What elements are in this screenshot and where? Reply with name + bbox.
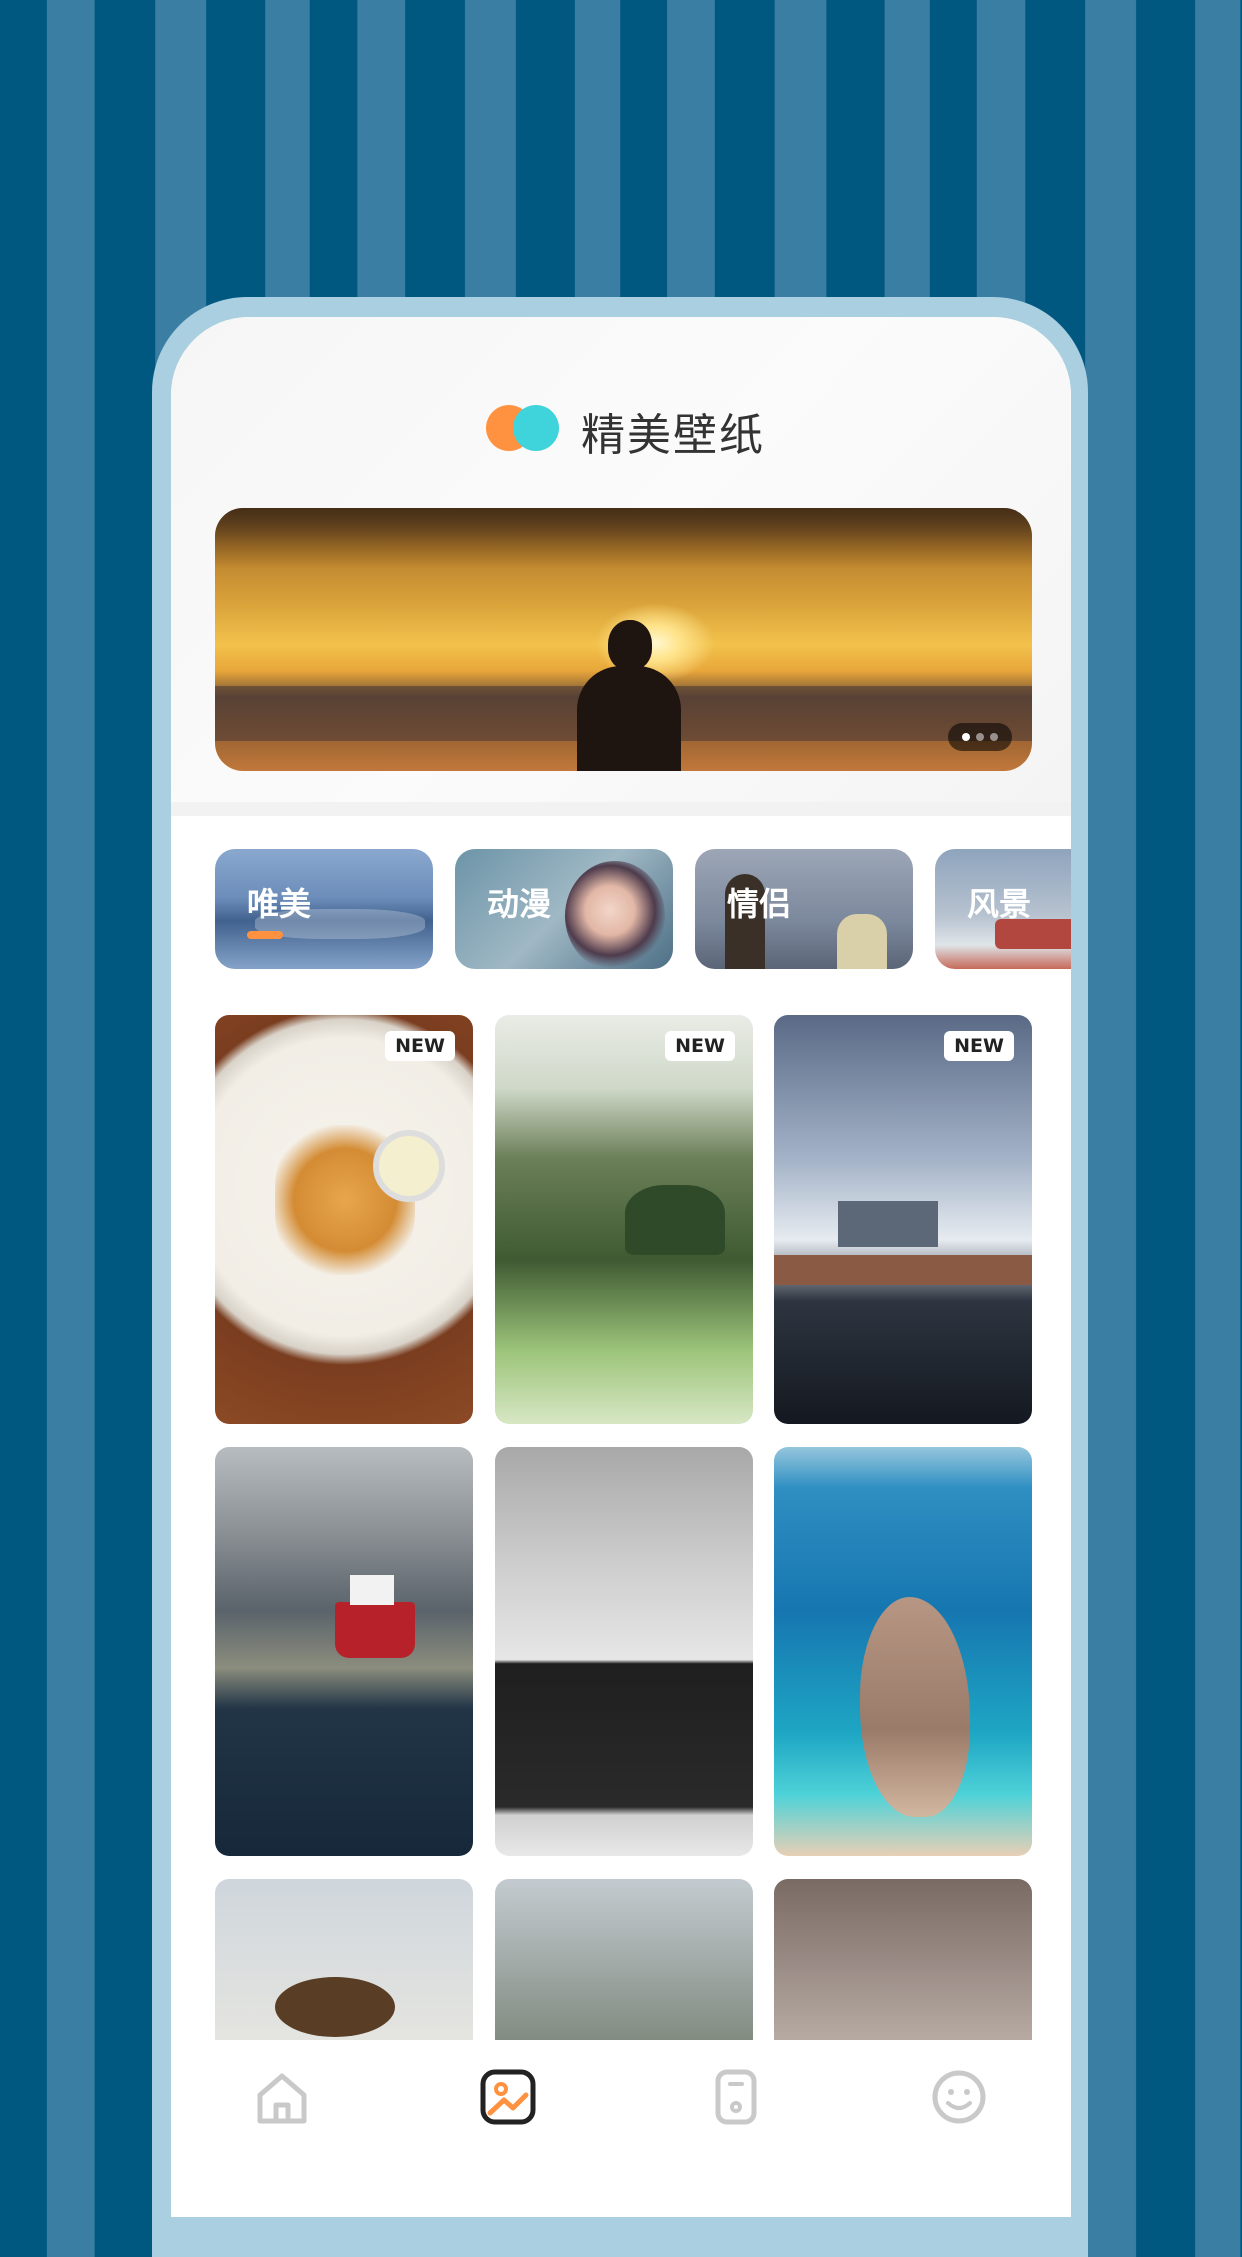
wallpaper-icon: [480, 2069, 536, 2125]
phone-icon: [715, 2069, 757, 2125]
home-icon: [257, 2073, 307, 2124]
category-chip-1[interactable]: 动漫: [455, 849, 673, 969]
wallpaper-tile[interactable]: NEW: [774, 1015, 1032, 1424]
category-scroller[interactable]: 唯美 动漫 情侣 风景: [215, 849, 1071, 969]
wallpaper-tile[interactable]: [215, 1447, 473, 1856]
section-divider: [171, 802, 1071, 816]
wallpaper-tile[interactable]: [215, 1879, 473, 2055]
wallpaper-tile[interactable]: NEW: [495, 1015, 753, 1424]
category-label: 风景: [967, 885, 1032, 923]
banner-dot-2[interactable]: [976, 733, 984, 741]
banner-dot-3[interactable]: [990, 733, 998, 741]
tab-wallpaper[interactable]: [473, 2062, 543, 2132]
app-title: 精美壁纸: [581, 410, 765, 461]
app-logo: [486, 405, 566, 451]
banner-pagination[interactable]: [948, 723, 1012, 751]
tile-image-deco: [860, 1597, 970, 1817]
category-label: 动漫: [487, 885, 552, 923]
category-chip-3[interactable]: 风景: [935, 849, 1071, 969]
banner-person-head: [608, 620, 652, 670]
new-badge: NEW: [944, 1031, 1014, 1061]
smiley-icon: [932, 2070, 986, 2124]
tile-image-deco: [350, 1575, 394, 1605]
tile-image-deco: [335, 1602, 415, 1658]
banner-person-body: [577, 666, 681, 771]
bottom-tab-bar: [171, 2040, 1071, 2217]
category-label: 唯美: [247, 885, 312, 923]
tab-phone[interactable]: [701, 2062, 771, 2132]
tab-home[interactable]: [247, 2062, 317, 2132]
banner-cloud-top: [215, 508, 1032, 568]
tile-image-deco: [373, 1130, 445, 1202]
logo-cyan-circle: [513, 405, 559, 451]
category-chip-2[interactable]: 情侣: [695, 849, 913, 969]
category-selected-indicator: [247, 931, 283, 939]
category-chip-0[interactable]: 唯美: [215, 849, 433, 969]
tile-image-deco: [625, 1185, 725, 1255]
header-area: 精美壁纸: [171, 317, 1071, 802]
category-image-deco: [837, 914, 887, 969]
wallpaper-tile[interactable]: [774, 1879, 1032, 2055]
tile-image-deco: [838, 1201, 938, 1247]
new-badge: NEW: [665, 1031, 735, 1061]
banner-dot-1[interactable]: [962, 733, 970, 741]
wallpaper-tile[interactable]: [495, 1879, 753, 2055]
tile-image-deco: [774, 1255, 1032, 1285]
wallpaper-tile[interactable]: [495, 1447, 753, 1856]
tile-image-deco: [275, 1977, 395, 2037]
new-badge: NEW: [385, 1031, 455, 1061]
tab-profile[interactable]: [924, 2062, 994, 2132]
wallpaper-tile[interactable]: [774, 1447, 1032, 1856]
category-image-deco: [565, 861, 665, 969]
app-screen: 精美壁纸 唯美 动漫 情侣 风景 NEW NEW NEW: [171, 317, 1071, 2217]
wallpaper-grid: NEW NEW NEW: [215, 1015, 1032, 2055]
wallpaper-tile[interactable]: NEW: [215, 1015, 473, 1424]
banner-carousel[interactable]: [215, 508, 1032, 771]
category-label: 情侣: [727, 885, 792, 923]
